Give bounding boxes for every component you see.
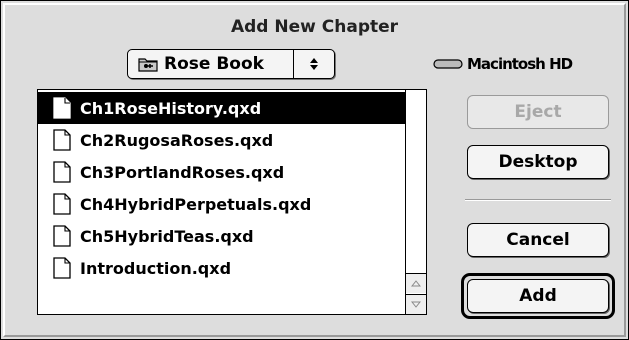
scroll-down-arrow[interactable] [406, 294, 426, 314]
button-divider [465, 199, 611, 201]
file-list-scrollbar[interactable] [405, 90, 426, 314]
file-list-rows: Ch1RoseHistory.qxd Ch2RugosaRoses.qxd Ch3P… [38, 90, 406, 314]
file-list-item[interactable]: Ch3PortlandRoses.qxd [38, 156, 406, 188]
document-icon [48, 193, 76, 215]
dialog-title: Add New Chapter [230, 17, 399, 37]
file-list[interactable]: Ch1RoseHistory.qxd Ch2RugosaRoses.qxd Ch3P… [37, 89, 427, 315]
document-icon [48, 257, 76, 279]
document-icon [48, 161, 76, 183]
file-list-item[interactable]: Ch4HybridPerpetuals.qxd [38, 188, 406, 220]
file-name: Ch3PortlandRoses.qxd [80, 162, 285, 182]
file-name: Introduction.qxd [80, 258, 232, 278]
file-list-item[interactable]: Ch2RugosaRoses.qxd [38, 124, 406, 156]
hard-disk-icon [433, 59, 467, 69]
add-button[interactable]: Add [467, 279, 609, 313]
file-list-item[interactable]: Ch5HybridTeas.qxd [38, 220, 406, 252]
desktop-button[interactable]: Desktop [467, 145, 609, 179]
volume-indicator: Macintosh HD [433, 55, 573, 73]
file-name: Ch5HybridTeas.qxd [80, 226, 254, 246]
arrow-down-icon [411, 301, 421, 308]
popup-arrows-icon [293, 50, 334, 78]
scroll-up-arrow[interactable] [406, 273, 426, 293]
document-icon [48, 97, 76, 119]
file-name: Ch2RugosaRoses.qxd [80, 130, 274, 150]
document-icon [48, 129, 76, 151]
volume-label: Macintosh HD [467, 55, 573, 73]
arrow-up-icon [411, 280, 421, 287]
folder-popup-label: Rose Book [164, 54, 264, 74]
document-icon [48, 225, 76, 247]
file-name: Ch4HybridPerpetuals.qxd [80, 194, 312, 214]
eject-button[interactable]: Eject [467, 95, 609, 129]
folder-icon [134, 50, 162, 78]
file-list-item[interactable]: Ch1RoseHistory.qxd [38, 92, 406, 124]
file-list-item[interactable]: Introduction.qxd [38, 252, 406, 284]
file-name: Ch1RoseHistory.qxd [80, 98, 262, 118]
add-chapter-dialog: Add New Chapter Rose Book Macintosh HD C… [0, 0, 629, 340]
cancel-button[interactable]: Cancel [467, 223, 609, 257]
folder-popup-menu[interactable]: Rose Book [127, 49, 335, 79]
